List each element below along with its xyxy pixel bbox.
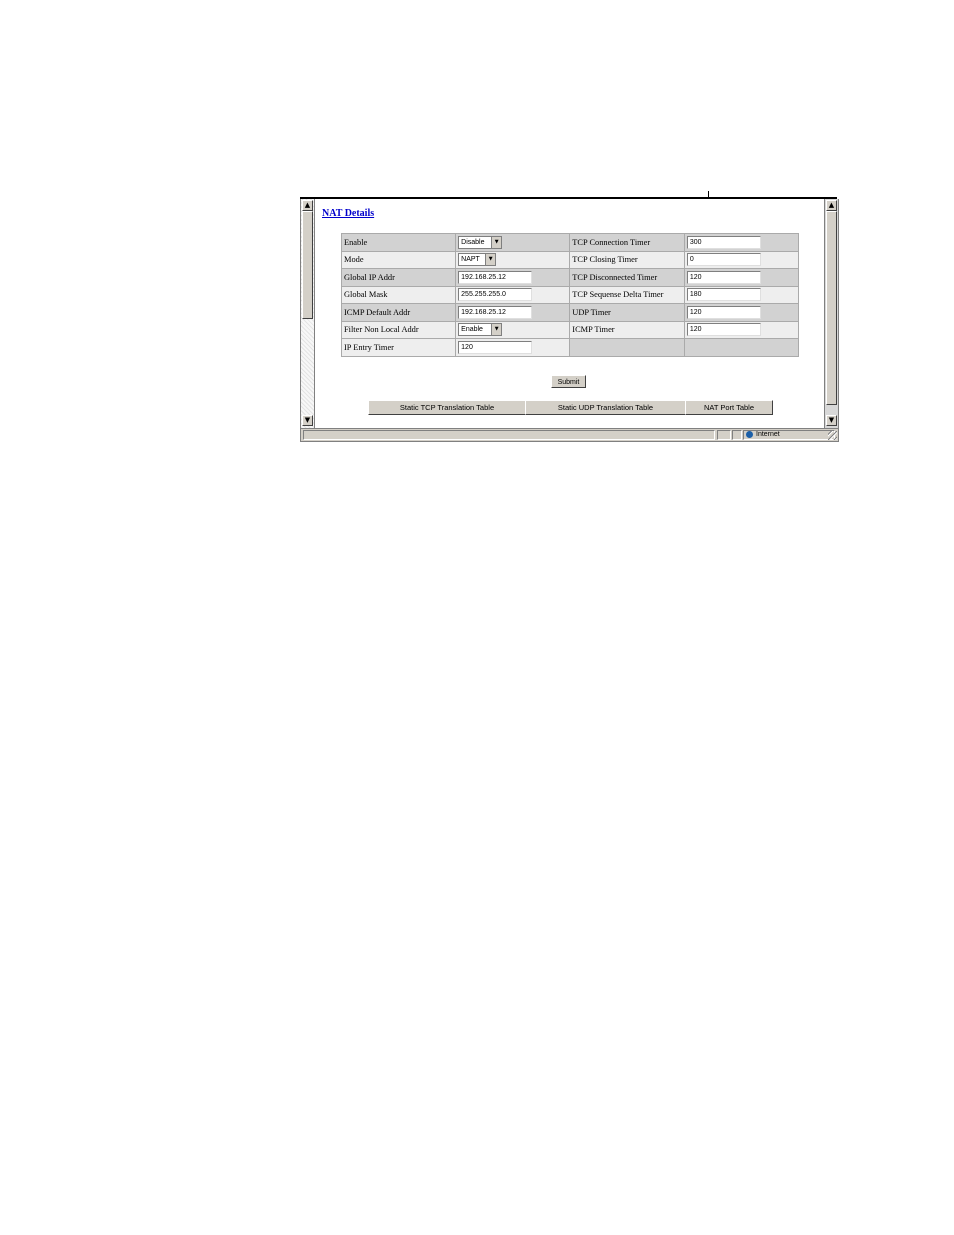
window-top-tick (708, 191, 709, 198)
icmp-default-addr-input[interactable]: 192.168.25.12 (458, 305, 533, 319)
tcp-closing-timer-cell: 0 (684, 251, 798, 268)
tcp-connection-timer-input[interactable]: 300 (686, 235, 761, 249)
global-ip-addr-cell: 192.168.25.12 (456, 269, 570, 286)
ip-entry-timer-input[interactable]: 120 (458, 340, 533, 354)
chevron-down-icon[interactable]: ▼ (485, 254, 496, 266)
udp-timer-input[interactable]: 120 (686, 305, 761, 319)
resize-grip-icon[interactable] (828, 431, 837, 440)
table-row: Global Mask 255.255.255.0 TCP Sequense D… (342, 286, 798, 303)
left-frame-scrollbar[interactable]: ▲ ▼ (301, 199, 315, 428)
static-tcp-translation-table-button[interactable]: Static TCP Translation Table (368, 400, 526, 415)
table-row: Enable Disable ▼ TCP Connection Timer 300 (342, 234, 798, 251)
udp-timer-label: UDP Timer (570, 304, 684, 321)
status-cell (732, 430, 742, 440)
scroll-down-arrow-icon[interactable]: ▼ (302, 415, 313, 426)
zone-label: Internet (756, 431, 780, 438)
globe-icon (746, 430, 753, 438)
global-ip-addr-input[interactable]: 192.168.25.12 (458, 270, 533, 284)
enable-select[interactable]: Disable ▼ (458, 235, 503, 249)
status-bar: Internet (301, 428, 838, 441)
scroll-down-arrow-icon[interactable]: ▼ (826, 415, 837, 426)
submit-button[interactable]: Submit (551, 375, 586, 388)
global-mask-input[interactable]: 255.255.255.0 (458, 288, 533, 302)
icmp-default-addr-cell: 192.168.25.12 (456, 304, 570, 321)
status-cell (717, 430, 731, 440)
filter-non-local-addr-select[interactable]: Enable ▼ (458, 323, 503, 337)
tcp-connection-timer-label: TCP Connection Timer (570, 234, 684, 251)
tcp-connection-timer-cell: 300 (684, 234, 798, 251)
table-row: Global IP Addr 192.168.25.12 TCP Disconn… (342, 269, 798, 286)
main-scrollbar[interactable]: ▲ ▼ (824, 199, 838, 428)
scroll-up-arrow-icon[interactable]: ▲ (302, 200, 313, 211)
tcp-disconnected-timer-label: TCP Disconnected Timer (570, 269, 684, 286)
global-mask-cell: 255.255.255.0 (456, 286, 570, 303)
enable-label: Enable (342, 234, 456, 251)
tcp-sequence-delta-timer-label: TCP Sequense Delta Timer (570, 286, 684, 303)
tcp-closing-timer-label: TCP Closing Timer (570, 251, 684, 268)
static-udp-translation-table-button[interactable]: Static UDP Translation Table (525, 400, 686, 415)
mode-select[interactable]: NAPT ▼ (458, 253, 497, 267)
icmp-default-addr-label: ICMP Default Addr (342, 304, 456, 321)
enable-cell: Disable ▼ (456, 234, 570, 251)
tcp-disconnected-timer-cell: 120 (684, 269, 798, 286)
nat-details-frame: NAT Details Enable Disable ▼ TCP Connecti… (315, 199, 824, 428)
filter-non-local-addr-cell: Enable ▼ (456, 321, 570, 338)
table-row: IP Entry Timer 120 (342, 339, 798, 356)
tcp-sequence-delta-timer-cell: 180 (684, 286, 798, 303)
ip-entry-timer-label: IP Entry Timer (342, 339, 456, 356)
table-row: Mode NAPT ▼ TCP Closing Timer 0 (342, 251, 798, 268)
tcp-closing-timer-input[interactable]: 0 (686, 253, 761, 267)
scroll-up-arrow-icon[interactable]: ▲ (826, 200, 837, 211)
main-scroll-thumb[interactable] (826, 211, 837, 405)
chevron-down-icon[interactable]: ▼ (491, 324, 502, 336)
icmp-timer-cell: 120 (684, 321, 798, 338)
mode-cell: NAPT ▼ (456, 251, 570, 268)
tcp-sequence-delta-timer-input[interactable]: 180 (686, 288, 761, 302)
empty-cell (570, 339, 684, 356)
tcp-disconnected-timer-input[interactable]: 120 (686, 270, 761, 284)
left-scroll-thumb[interactable] (302, 211, 313, 319)
icmp-timer-input[interactable]: 120 (686, 323, 761, 337)
table-row: ICMP Default Addr 192.168.25.12 UDP Time… (342, 304, 798, 321)
status-text-cell (303, 430, 715, 440)
global-mask-label: Global Mask (342, 286, 456, 303)
global-ip-addr-label: Global IP Addr (342, 269, 456, 286)
nat-settings-table: Enable Disable ▼ TCP Connection Timer 300… (341, 233, 799, 357)
ip-entry-timer-cell: 120 (456, 339, 570, 356)
browser-window: ▲ ▼ NAT Details Enable Disable ▼ TCP Conn… (300, 199, 839, 442)
icmp-timer-label: ICMP Timer (570, 321, 684, 338)
empty-cell (684, 339, 798, 356)
table-row: Filter Non Local Addr Enable ▼ ICMP Timer… (342, 321, 798, 338)
nat-port-table-button[interactable]: NAT Port Table (685, 400, 773, 415)
mode-label: Mode (342, 251, 456, 268)
security-zone: Internet (746, 430, 780, 440)
filter-non-local-addr-label: Filter Non Local Addr (342, 321, 456, 338)
udp-timer-cell: 120 (684, 304, 798, 321)
chevron-down-icon[interactable]: ▼ (491, 236, 502, 248)
page-title[interactable]: NAT Details (322, 208, 374, 219)
